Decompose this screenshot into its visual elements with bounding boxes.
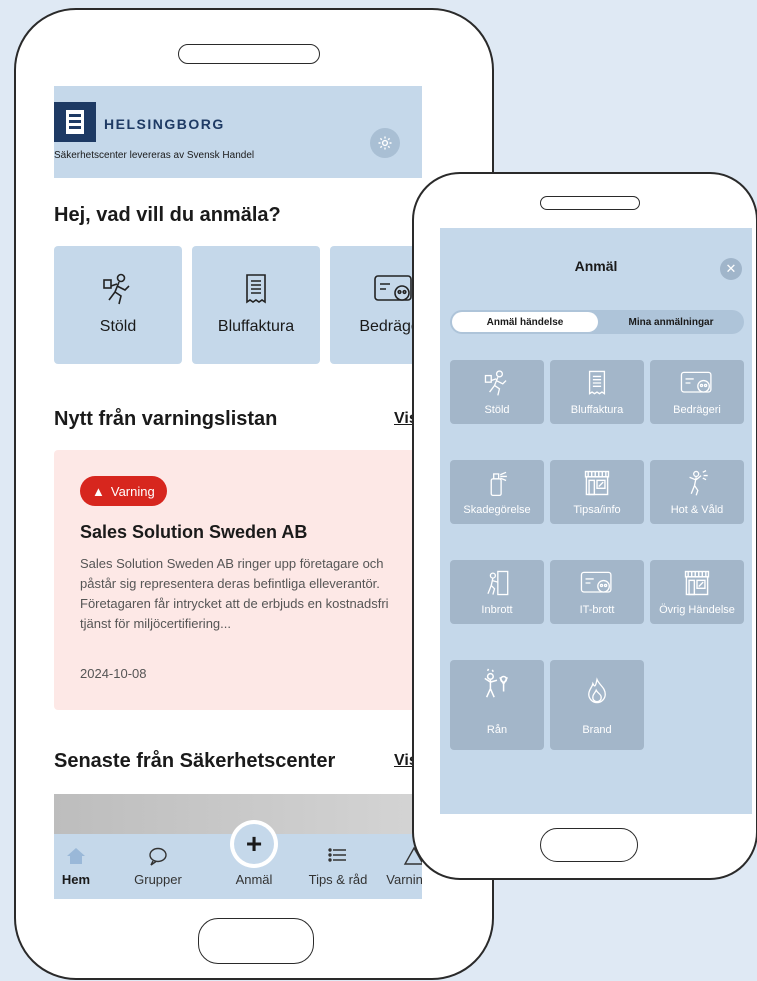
- plus-icon: +: [234, 824, 274, 864]
- category-bedrageri[interactable]: Bedrägeri: [330, 246, 422, 364]
- list-icon: [298, 846, 378, 864]
- storefront-icon: [650, 568, 744, 598]
- tab-hem[interactable]: Hem: [54, 834, 116, 899]
- tab-label: Hem: [61, 872, 91, 887]
- tab-tips[interactable]: Tips & råd: [298, 834, 378, 899]
- storefront-icon: [550, 468, 644, 498]
- city-logo: [54, 102, 96, 142]
- receipt-icon: [192, 272, 320, 306]
- tile-bluffaktura[interactable]: Bluffaktura: [550, 360, 644, 424]
- tile-label: Inbrott: [481, 604, 513, 616]
- tile-label: Övrig Händelse: [659, 604, 735, 616]
- tile-tipsa-info[interactable]: Tipsa/info: [550, 460, 644, 524]
- speaker-grille: [540, 196, 640, 210]
- tile-label: Bedrägeri: [673, 404, 721, 416]
- credit-card-skull-icon: [550, 568, 644, 598]
- home-icon: [54, 846, 116, 866]
- tile-hot-vald[interactable]: Hot & Våld: [650, 460, 744, 524]
- tile-label: Skadegörelse: [463, 504, 531, 516]
- category-label: Bedrägeri: [359, 318, 422, 335]
- tile-skadegorelse[interactable]: Skadegörelse: [450, 460, 544, 524]
- modal-title: Anmäl: [574, 258, 618, 274]
- tile-label: Hot & Våld: [670, 504, 724, 516]
- tile-label: Brand: [582, 724, 612, 736]
- warning-card[interactable]: ▲ Varning Sales Solution Sweden AB Sales…: [54, 450, 422, 710]
- report-modal: Anmäl ✕ Anmäl händelse Mina anmälningar …: [440, 228, 752, 814]
- close-icon[interactable]: ✕: [720, 258, 742, 280]
- category-label: Bluffaktura: [217, 318, 295, 335]
- warnings-heading: Nytt från varningslistan: [54, 408, 278, 430]
- category-bluffaktura[interactable]: Bluffaktura: [192, 246, 320, 364]
- segment-control: Anmäl händelse Mina anmälningar: [450, 310, 744, 334]
- warning-date: 2024-10-08: [80, 666, 147, 681]
- settings-gear-icon[interactable]: [370, 128, 400, 158]
- burglar-door-icon: [450, 568, 544, 598]
- category-label: Stöld: [99, 318, 137, 335]
- tile-label: Tipsa/info: [573, 504, 621, 516]
- chat-bubble-icon: [118, 846, 198, 866]
- report-fab-button[interactable]: +: [230, 820, 278, 868]
- tile-it-brott[interactable]: IT-brott: [550, 560, 644, 624]
- tile-ran[interactable]: Rån: [450, 660, 544, 750]
- warning-badge-label: Varning: [110, 483, 155, 499]
- tab-label: Tips & råd: [308, 872, 368, 887]
- tile-inbrott[interactable]: Inbrott: [450, 560, 544, 624]
- brand-name: HELSINGBORG: [104, 116, 225, 132]
- tile-label: Bluffaktura: [570, 404, 624, 416]
- latest-heading: Senaste från Säkerhetscenter: [54, 750, 336, 772]
- speaker-grille: [178, 44, 320, 64]
- running-thief-icon: [54, 272, 182, 306]
- tile-label: IT-brott: [579, 604, 615, 616]
- segment-my-reports[interactable]: Mina anmälningar: [600, 312, 742, 332]
- main-screen: HELSINGBORG Säkerhetscenter levereras av…: [54, 86, 422, 899]
- spray-can-icon: [450, 468, 544, 498]
- tile-label: Stöld: [484, 404, 510, 416]
- category-stold[interactable]: Stöld: [54, 246, 182, 364]
- running-thief-icon: [450, 368, 544, 398]
- app-header: HELSINGBORG Säkerhetscenter levereras av…: [54, 86, 422, 178]
- tile-ovrig-handelse[interactable]: Övrig Händelse: [650, 560, 744, 624]
- tile-label: Rån: [486, 724, 508, 736]
- warning-title: Sales Solution Sweden AB: [80, 522, 308, 542]
- tile-bedrageri[interactable]: Bedrägeri: [650, 360, 744, 424]
- tile-stold[interactable]: Stöld: [450, 360, 544, 424]
- tab-label: Grupper: [134, 872, 182, 887]
- tab-label: Varningar: [386, 872, 422, 887]
- tile-brand[interactable]: Brand: [550, 660, 644, 750]
- credit-card-skull-icon: [330, 272, 422, 306]
- home-button[interactable]: [540, 828, 638, 862]
- tagline: Säkerhetscenter levereras av Svensk Hand…: [54, 150, 255, 161]
- warning-triangle-icon: ▲: [92, 483, 105, 499]
- tab-grupper[interactable]: Grupper: [118, 834, 198, 899]
- fire-icon: [550, 676, 644, 706]
- receipt-icon: [550, 368, 644, 398]
- segment-report-event[interactable]: Anmäl händelse: [452, 312, 598, 332]
- robbery-icon: [450, 668, 544, 700]
- home-button[interactable]: [198, 918, 314, 964]
- credit-card-skull-icon: [650, 368, 744, 398]
- tab-label: Anmäl: [235, 872, 273, 887]
- warning-body: Sales Solution Sweden AB ringer upp före…: [80, 556, 389, 631]
- threat-violence-icon: [650, 468, 744, 498]
- report-heading: Hej, vad vill du anmäla?: [54, 204, 281, 226]
- warning-badge: ▲ Varning: [80, 476, 167, 506]
